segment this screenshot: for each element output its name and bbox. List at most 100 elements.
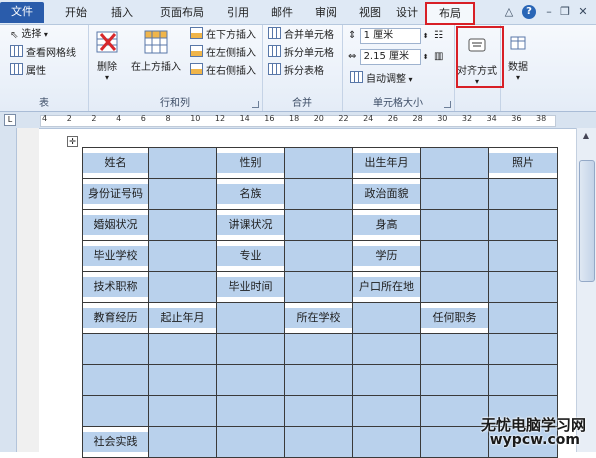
table-cell[interactable]: [488, 364, 558, 396]
table-cell[interactable]: 所在学校: [284, 302, 353, 334]
table-cell[interactable]: [148, 395, 217, 427]
table-cell[interactable]: [420, 426, 489, 458]
table-cell[interactable]: [284, 426, 353, 458]
table-cell[interactable]: [82, 395, 149, 427]
scrollbar-thumb[interactable]: [579, 160, 595, 282]
insert-above-button[interactable]: 在上方插入: [128, 29, 184, 73]
table-cell[interactable]: [216, 333, 285, 365]
tab-view[interactable]: 视图: [350, 3, 390, 23]
table-cell[interactable]: [148, 209, 217, 241]
table-cell[interactable]: 身份证号码: [82, 178, 149, 210]
table-cell[interactable]: 婚姻状况: [82, 209, 149, 241]
table-cell[interactable]: [148, 147, 217, 179]
table-cell[interactable]: [284, 209, 353, 241]
table-cell[interactable]: [284, 240, 353, 272]
tab-references[interactable]: 引用: [218, 3, 258, 23]
table-cell[interactable]: [352, 333, 421, 365]
spinner-icon[interactable]: ⬍: [421, 32, 429, 40]
data-button[interactable]: 数据 ▾: [502, 29, 534, 82]
split-table-button[interactable]: 拆分表格: [268, 63, 324, 79]
table-cell[interactable]: [420, 395, 489, 427]
table-cell[interactable]: [420, 178, 489, 210]
table-cell[interactable]: [284, 395, 353, 427]
scroll-up-icon[interactable]: ▲: [579, 130, 593, 142]
spinner-icon[interactable]: ⬍: [421, 53, 429, 61]
table-cell[interactable]: [148, 240, 217, 272]
table-cell[interactable]: [284, 333, 353, 365]
document-table[interactable]: 姓名 性别 出生年月 照片 身份证号码 名族 政治面貌 婚姻状况 讲课状况 身高 毕业学校 专业 学历技…: [82, 147, 558, 458]
row-height-field[interactable]: ⇕ 1 厘米 ⬍: [348, 28, 429, 44]
table-cell[interactable]: [216, 395, 285, 427]
view-gridlines-button[interactable]: 查看网格线: [10, 45, 76, 61]
table-cell[interactable]: 照片: [488, 147, 558, 179]
insert-below-button[interactable]: 在下方插入: [190, 27, 256, 43]
table-cell[interactable]: [148, 271, 217, 303]
properties-button[interactable]: 属性: [10, 63, 46, 79]
table-cell[interactable]: [216, 426, 285, 458]
table-cell[interactable]: 政治面貌: [352, 178, 421, 210]
table-cell[interactable]: [420, 147, 489, 179]
table-cell[interactable]: 身高: [352, 209, 421, 241]
table-cell[interactable]: [420, 364, 489, 396]
table-cell[interactable]: [82, 333, 149, 365]
merge-cells-button[interactable]: 合并单元格: [268, 27, 334, 43]
table-cell[interactable]: [352, 364, 421, 396]
table-cell[interactable]: [488, 178, 558, 210]
table-cell[interactable]: [352, 395, 421, 427]
table-cell[interactable]: [216, 302, 285, 334]
table-cell[interactable]: [284, 271, 353, 303]
table-cell[interactable]: [148, 178, 217, 210]
distribute-columns-icon[interactable]: ▥: [434, 49, 443, 65]
table-cell[interactable]: [488, 333, 558, 365]
tab-selector-icon[interactable]: L: [4, 114, 16, 126]
table-cell[interactable]: [284, 147, 353, 179]
table-cell[interactable]: 讲课状况: [216, 209, 285, 241]
tab-home[interactable]: 开始: [56, 3, 96, 23]
table-cell[interactable]: [488, 209, 558, 241]
table-cell[interactable]: [420, 333, 489, 365]
table-cell[interactable]: 户口所在地: [352, 271, 421, 303]
minimize-icon[interactable]: –: [542, 5, 556, 19]
close-icon[interactable]: ✕: [576, 5, 590, 19]
table-cell[interactable]: [352, 302, 421, 334]
split-cells-button[interactable]: 拆分单元格: [268, 45, 334, 61]
horizontal-ruler[interactable]: L 4 2 2 4 6 8 10 12 14 16 18 20 22 24 26 28 30 32 34 36 38: [0, 112, 596, 129]
tab-page-layout[interactable]: 页面布局: [150, 3, 214, 23]
help-icon[interactable]: ?: [522, 5, 536, 19]
restore-icon[interactable]: ❐: [558, 5, 572, 19]
vertical-ruler[interactable]: [0, 128, 17, 452]
tab-mailings[interactable]: 邮件: [262, 3, 302, 23]
table-cell[interactable]: [148, 426, 217, 458]
tab-design[interactable]: 设计: [390, 3, 424, 23]
table-cell[interactable]: [82, 364, 149, 396]
table-move-handle-icon[interactable]: ✛: [67, 136, 78, 147]
table-cell[interactable]: [420, 240, 489, 272]
tab-file[interactable]: 文件: [0, 2, 44, 23]
table-cell[interactable]: 毕业学校: [82, 240, 149, 272]
table-cell[interactable]: [284, 364, 353, 396]
table-cell[interactable]: [488, 302, 558, 334]
table-cell[interactable]: 性别: [216, 147, 285, 179]
table-cell[interactable]: 技术职称: [82, 271, 149, 303]
tab-review[interactable]: 审阅: [306, 3, 346, 23]
table-cell[interactable]: 出生年月: [352, 147, 421, 179]
table-cell[interactable]: 任何职务: [420, 302, 489, 334]
table-cell[interactable]: 社会实践: [82, 426, 149, 458]
table-cell[interactable]: 毕业时间: [216, 271, 285, 303]
tab-layout[interactable]: 布局: [425, 2, 475, 25]
table-cell[interactable]: [420, 209, 489, 241]
delete-button[interactable]: 删除 ▾: [90, 29, 124, 82]
table-cell[interactable]: [284, 178, 353, 210]
column-width-field[interactable]: ⇔ 2.15 厘米 ⬍: [348, 49, 429, 65]
insert-left-button[interactable]: 在左侧插入: [190, 45, 256, 61]
insert-right-button[interactable]: 在右侧插入: [190, 63, 256, 79]
tab-insert[interactable]: 插入: [102, 3, 142, 23]
table-cell[interactable]: [148, 364, 217, 396]
table-cell[interactable]: 专业: [216, 240, 285, 272]
dialog-launcher-icon[interactable]: [444, 101, 451, 108]
table-cell[interactable]: [420, 271, 489, 303]
table-cell[interactable]: 名族: [216, 178, 285, 210]
select-button[interactable]: ⇖ 选择 ▾: [10, 27, 48, 43]
table-cell[interactable]: 起止年月: [148, 302, 217, 334]
table-cell[interactable]: 学历: [352, 240, 421, 272]
